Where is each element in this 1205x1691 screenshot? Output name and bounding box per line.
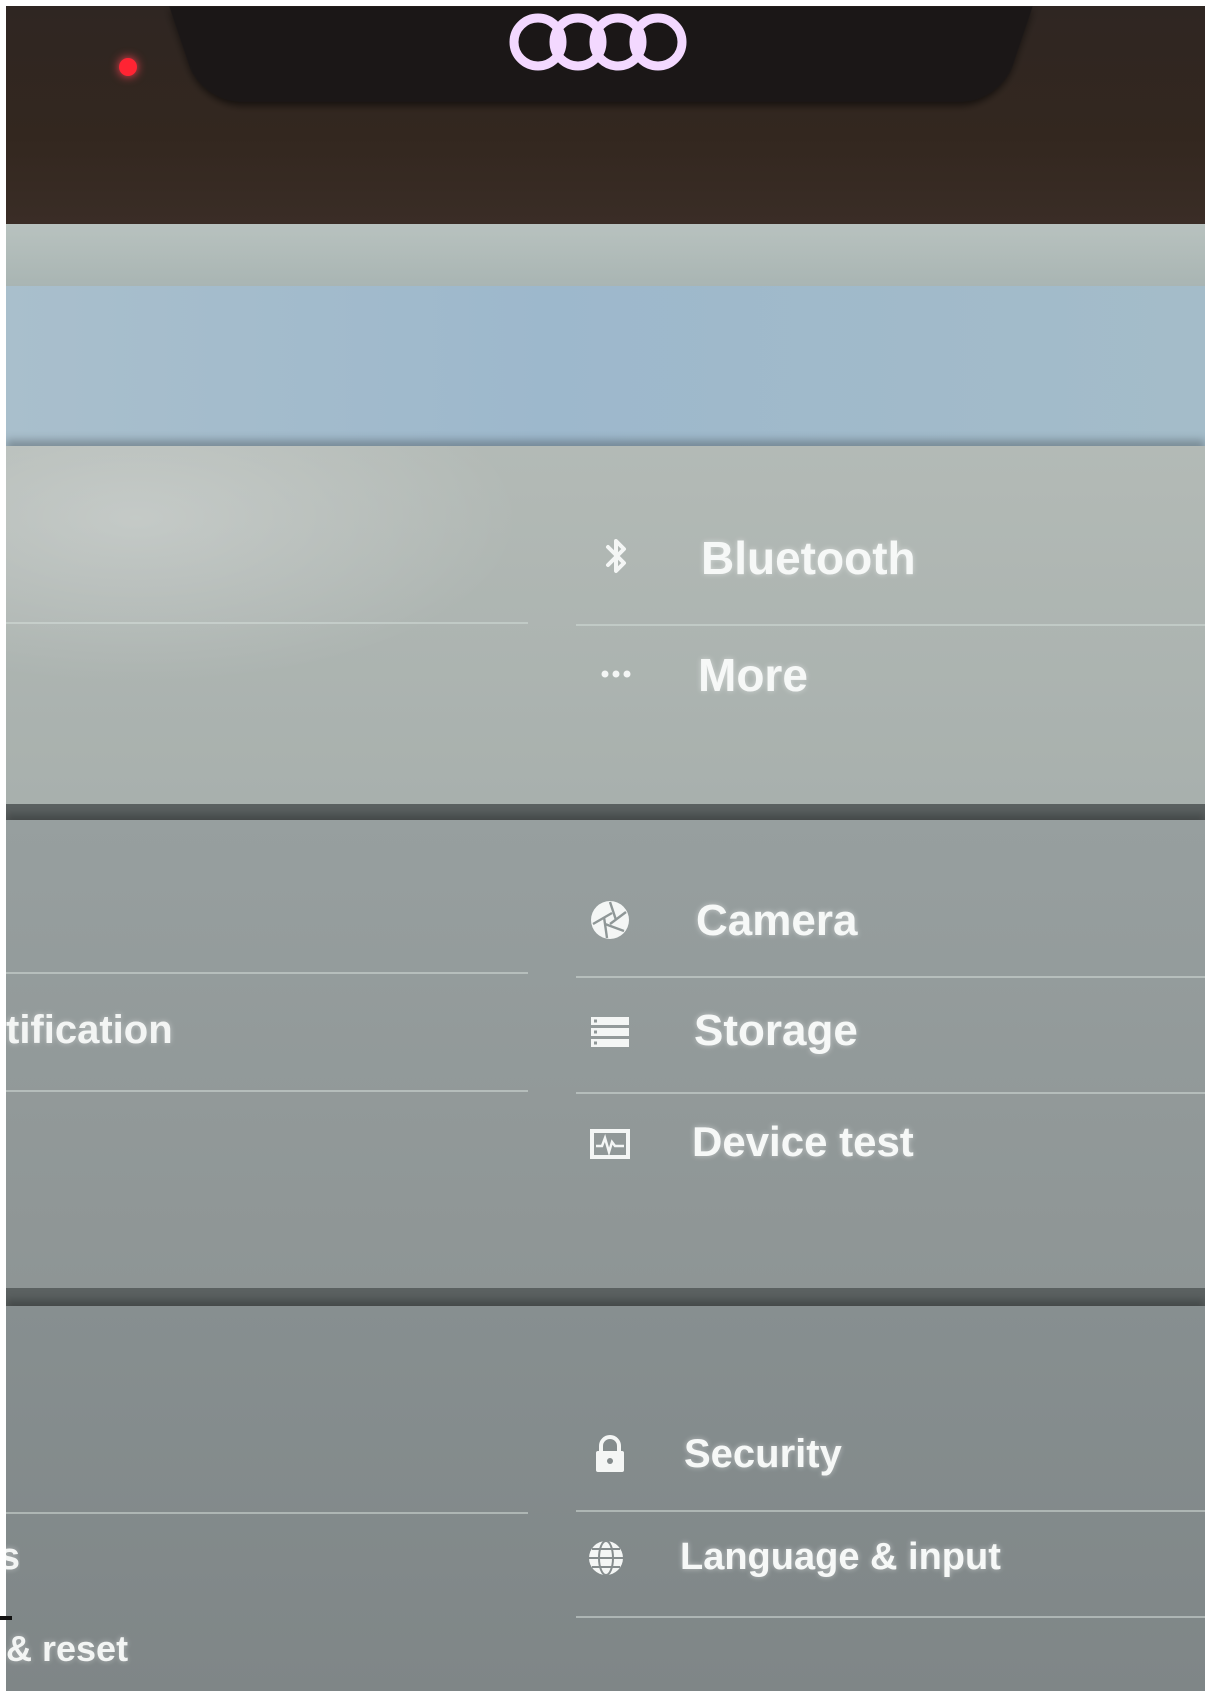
device-test-icon — [590, 1129, 630, 1159]
more-dots-icon — [601, 670, 631, 678]
settings-item-label: s — [6, 1536, 20, 1578]
settings-item-more[interactable]: More — [576, 626, 1205, 776]
settings-item-storage[interactable]: Storage — [576, 978, 1205, 1090]
toolbar-band — [6, 224, 1205, 286]
settings-item-device-test[interactable]: Device test — [576, 1094, 1205, 1206]
left-item-notification[interactable]: tification — [6, 976, 528, 1088]
settings-card-wireless: Bluetooth More — [6, 446, 1205, 804]
settings-item-bluetooth[interactable]: Bluetooth — [576, 496, 1205, 620]
settings-item-label: Camera — [696, 896, 858, 945]
card-gap — [6, 1288, 1205, 1306]
settings-item-label: Bluetooth — [701, 532, 916, 584]
settings-card-device: tification Camera Storage Device test — [6, 820, 1205, 1288]
camera-aperture-icon — [591, 901, 629, 939]
left-item-reset[interactable]: & reset — [6, 1606, 528, 1686]
settings-item-label: Language & input — [680, 1536, 1001, 1578]
settings-card-personal: Security Language & input s & reset — [6, 1306, 1205, 1691]
frame-edge — [0, 1616, 12, 1620]
settings-item-security[interactable]: Security — [576, 1400, 1205, 1508]
settings-screen: Bluetooth More tification Camera Storage… — [6, 224, 1205, 1691]
settings-item-label: & reset — [6, 1628, 129, 1669]
card-gap — [6, 804, 1205, 820]
left-item-s[interactable]: s — [6, 1512, 528, 1612]
settings-item-label: tification — [6, 1008, 173, 1052]
settings-item-camera[interactable]: Camera — [576, 860, 1205, 974]
lock-icon — [596, 1435, 624, 1472]
storage-icon — [591, 1017, 629, 1047]
settings-item-language[interactable]: Language & input — [576, 1512, 1205, 1616]
settings-item-label: Security — [684, 1432, 842, 1476]
settings-item-label: More — [698, 649, 808, 701]
settings-item-label: Storage — [694, 1006, 858, 1055]
globe-icon — [589, 1540, 623, 1576]
settings-item-label: Device test — [692, 1118, 914, 1165]
device-photo: Bluetooth More tification Camera Storage… — [6, 6, 1205, 1691]
four-rings-logo — [509, 13, 687, 71]
status-led — [119, 58, 137, 76]
bluetooth-icon — [606, 539, 626, 573]
header-band — [6, 286, 1205, 446]
